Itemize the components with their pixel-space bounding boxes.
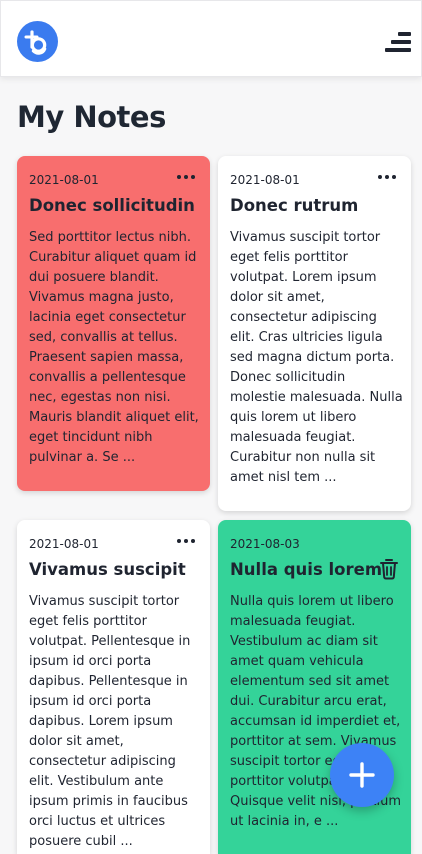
plus-icon	[349, 762, 375, 788]
note-title: Nulla quis lorem	[230, 560, 383, 579]
logo-icon[interactable]	[17, 21, 58, 62]
menu-bar-top	[398, 32, 411, 36]
menu-bar-middle	[391, 40, 411, 44]
menu-bar-bottom	[385, 48, 411, 52]
note-title: Donec rutrum	[230, 196, 359, 215]
note-date: 2021-08-01	[230, 173, 300, 187]
note-card[interactable]: 2021-08-03 Nulla quis lorem Nulla quis l…	[218, 520, 411, 854]
note-card[interactable]: 2021-08-01 Donec sollicitudin Sed portti…	[17, 156, 210, 491]
more-horizontal-icon[interactable]	[176, 171, 198, 183]
note-body: Sed porttitor lectus nibh. Curabitur ali…	[29, 230, 199, 465]
note-body: Vivamus suscipit tortor eget felis portt…	[230, 230, 403, 485]
more-horizontal-icon[interactable]	[176, 535, 198, 547]
note-body: Vivamus suscipit tortor eget felis portt…	[29, 594, 191, 849]
note-title: Vivamus suscipit	[29, 560, 186, 579]
note-date: 2021-08-03	[230, 537, 300, 551]
trash-icon[interactable]	[380, 558, 398, 580]
note-title: Donec sollicitudin	[29, 196, 195, 215]
app-root: My Notes 2021-08-01 Donec sollicitudin S…	[0, 0, 422, 854]
more-horizontal-icon[interactable]	[377, 171, 399, 183]
note-date: 2021-08-01	[29, 537, 99, 551]
app-header	[0, 0, 422, 77]
note-card[interactable]: 2021-08-01 Donec rutrum Vivamus suscipit…	[218, 156, 411, 511]
menu-icon[interactable]	[385, 31, 411, 53]
add-note-button[interactable]	[330, 743, 394, 807]
page-title: My Notes	[17, 100, 166, 134]
note-date: 2021-08-01	[29, 173, 99, 187]
note-card[interactable]: 2021-08-01 Vivamus suscipit Vivamus susc…	[17, 520, 210, 854]
